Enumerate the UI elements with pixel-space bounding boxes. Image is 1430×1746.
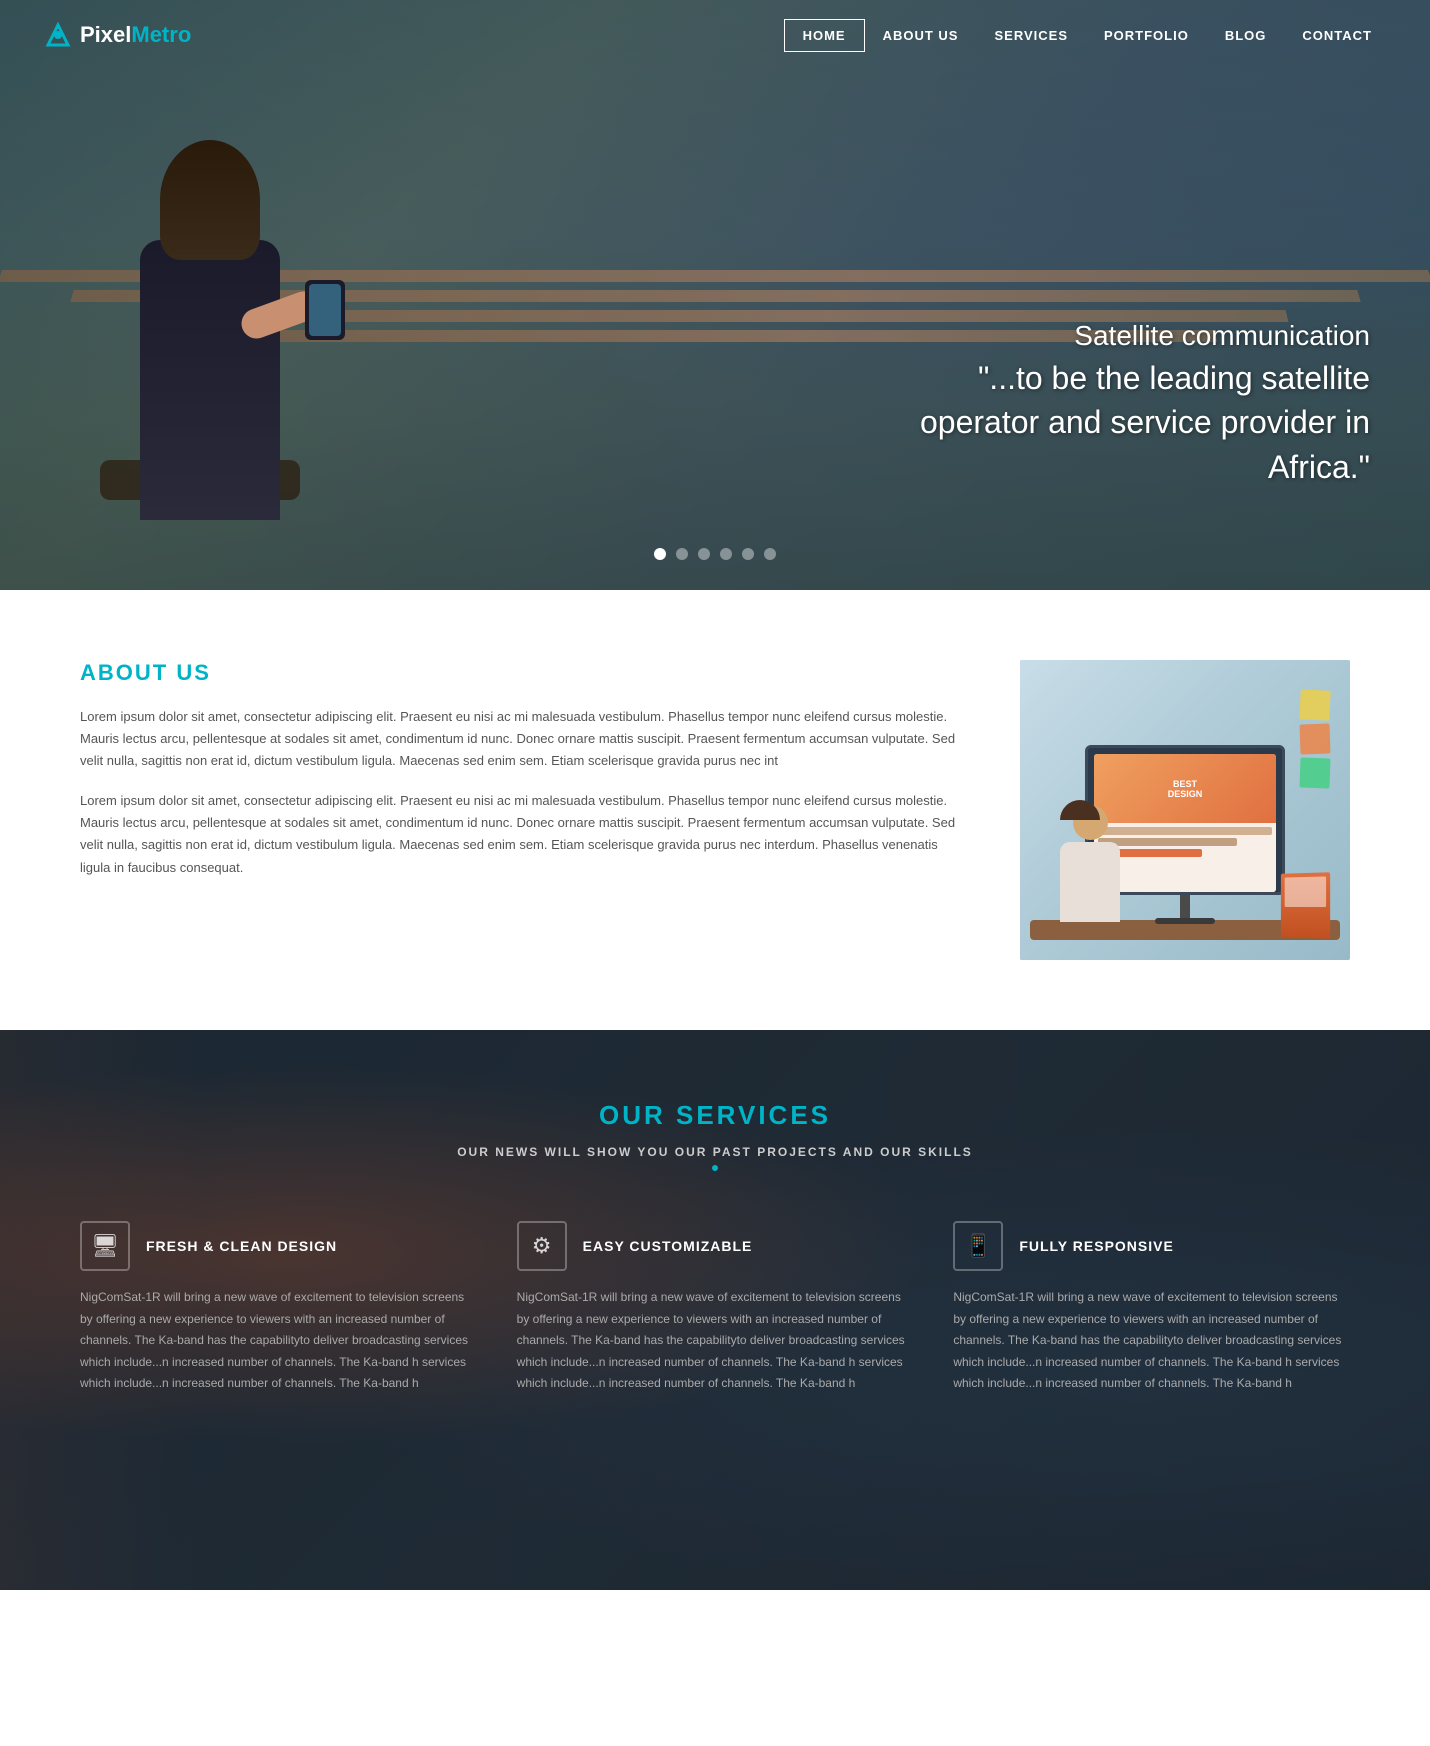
note-1	[1299, 689, 1331, 721]
service-title-2: EASY CUSTOMIZABLE	[583, 1238, 753, 1254]
screen-bottom	[1094, 823, 1276, 892]
phone-screen	[309, 284, 341, 336]
book-page	[1285, 876, 1326, 907]
about-paragraph-2: Lorem ipsum dolor sit amet, consectetur …	[80, 790, 960, 878]
service-desc-1: NigComSat-1R will bring a new wave of ex…	[80, 1287, 477, 1395]
monitor-screen-area: BESTDESIGN	[1094, 754, 1276, 892]
nav-item-home[interactable]: HOME	[784, 19, 865, 52]
nav-item-services[interactable]: SERVICES	[976, 20, 1086, 51]
service-title-3: FULLY RESPONSIVE	[1019, 1238, 1173, 1254]
service-header-2: ⚙ EASY CUSTOMIZABLE	[517, 1221, 914, 1271]
monitor-base	[1155, 918, 1215, 924]
about-person	[1060, 805, 1120, 922]
hero-dots	[654, 548, 776, 560]
hero-text-block: Satellite communication "...to be the le…	[890, 316, 1370, 490]
hero-section: Satellite communication "...to be the le…	[0, 0, 1430, 590]
screen-top: BESTDESIGN	[1094, 754, 1276, 823]
hero-line1: Satellite communication	[890, 316, 1370, 355]
services-content: OUR SERVICES OUR NEWS WILL SHOW YOU OUR …	[80, 1100, 1350, 1395]
service-item-2: ⚙ EASY CUSTOMIZABLE NigComSat-1R will br…	[517, 1221, 914, 1395]
screen-line-1	[1098, 827, 1272, 835]
monitor-icon: 🖥	[91, 1233, 119, 1259]
nav-link-services[interactable]: SERVICES	[976, 20, 1086, 51]
dot-6[interactable]	[764, 548, 776, 560]
about-paragraph-1: Lorem ipsum dolor sit amet, consectetur …	[80, 706, 960, 772]
nav-item-blog[interactable]: BLOG	[1207, 20, 1285, 51]
nav-links: HOME ABOUT US SERVICES PORTFOLIO BLOG CO…	[784, 19, 1390, 52]
nav-link-about[interactable]: ABOUT US	[865, 20, 977, 51]
services-heading: OUR SERVICES	[80, 1100, 1350, 1131]
navbar: PixelMetro HOME ABOUT US SERVICES PORTFO…	[0, 0, 1430, 70]
nav-link-portfolio[interactable]: PORTFOLIO	[1086, 20, 1207, 51]
service-icon-design: 🖥	[80, 1221, 130, 1271]
hero-line3: operator and service provider in Africa.…	[890, 400, 1370, 490]
nav-link-home[interactable]: HOME	[784, 19, 865, 52]
services-grid: 🖥 FRESH & CLEAN DESIGN NigComSat-1R will…	[80, 1221, 1350, 1395]
mobile-icon: 📱	[965, 1233, 992, 1259]
about-text: ABOUT US Lorem ipsum dolor sit amet, con…	[80, 660, 960, 897]
about-heading: ABOUT US	[80, 660, 960, 686]
service-title-1: FRESH & CLEAN DESIGN	[146, 1238, 337, 1254]
dot-4[interactable]	[720, 548, 732, 560]
service-icon-responsive: 📱	[953, 1221, 1003, 1271]
service-desc-2: NigComSat-1R will bring a new wave of ex…	[517, 1287, 914, 1395]
services-divider-dot	[712, 1165, 718, 1171]
hero-person-area	[80, 80, 380, 580]
nav-link-blog[interactable]: BLOG	[1207, 20, 1285, 51]
logo[interactable]: PixelMetro	[40, 17, 191, 53]
nav-item-about[interactable]: ABOUT US	[865, 20, 977, 51]
hero-line2: "...to be the leading satellite	[890, 356, 1370, 401]
service-item-1: 🖥 FRESH & CLEAN DESIGN NigComSat-1R will…	[80, 1221, 477, 1395]
sticky-notes	[1300, 690, 1330, 788]
screen-text: BESTDESIGN	[1164, 775, 1207, 803]
service-header-1: 🖥 FRESH & CLEAN DESIGN	[80, 1221, 477, 1271]
note-3	[1299, 757, 1330, 788]
service-item-3: 📱 FULLY RESPONSIVE NigComSat-1R will bri…	[953, 1221, 1350, 1395]
logo-text: PixelMetro	[80, 22, 191, 48]
about-person-body	[1060, 842, 1120, 922]
service-desc-3: NigComSat-1R will bring a new wave of ex…	[953, 1287, 1350, 1395]
about-section: ABOUT US Lorem ipsum dolor sit amet, con…	[0, 590, 1430, 1030]
dot-2[interactable]	[676, 548, 688, 560]
services-subtitle: OUR NEWS WILL SHOW YOU OUR PAST PROJECTS…	[80, 1145, 1350, 1159]
dot-3[interactable]	[698, 548, 710, 560]
logo-icon	[40, 17, 76, 53]
nav-item-contact[interactable]: CONTACT	[1284, 20, 1390, 51]
service-header-3: 📱 FULLY RESPONSIVE	[953, 1221, 1350, 1271]
person-hair	[160, 140, 260, 260]
person-phone	[305, 280, 345, 340]
note-2	[1299, 723, 1330, 754]
dot-1[interactable]	[654, 548, 666, 560]
dot-5[interactable]	[742, 548, 754, 560]
hero-heading: Satellite communication "...to be the le…	[890, 316, 1370, 490]
gear-icon: ⚙	[532, 1233, 552, 1259]
about-image: BESTDESIGN	[1020, 660, 1350, 960]
nav-item-portfolio[interactable]: PORTFOLIO	[1086, 20, 1207, 51]
book	[1281, 872, 1330, 938]
person-body	[140, 240, 280, 520]
nav-link-contact[interactable]: CONTACT	[1284, 20, 1390, 51]
services-section: OUR SERVICES OUR NEWS WILL SHOW YOU OUR …	[0, 1030, 1430, 1590]
service-icon-custom: ⚙	[517, 1221, 567, 1271]
